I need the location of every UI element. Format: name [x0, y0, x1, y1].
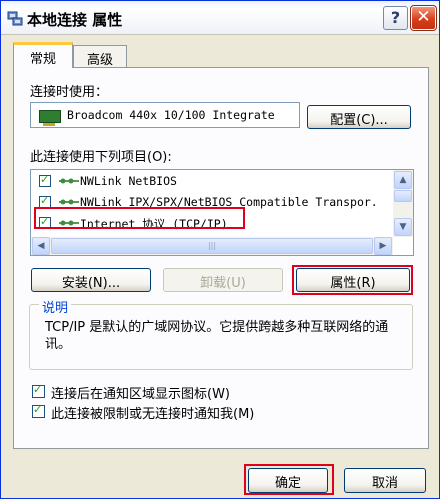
scroll-left-icon[interactable]: ◀	[32, 237, 50, 255]
list-item[interactable]: NWLink IPX/SPX/NetBIOS Compatible Transp…	[31, 192, 393, 213]
notify-label[interactable]: 此连接被限制或无连接时通知我(M)	[51, 403, 254, 422]
protocol-icon	[59, 178, 79, 184]
ok-label: 确定	[274, 476, 301, 491]
list-item-label: Internet 协议 (TCP/IP)	[80, 217, 228, 231]
protocol-icon	[59, 220, 79, 226]
ok-button[interactable]: 确定	[248, 468, 328, 493]
window-title: 本地连接 属性	[27, 11, 123, 29]
uninstall-label: 卸载(U)	[200, 276, 246, 291]
list-item-label: NWLink IPX/SPX/NetBIOS Compatible Transp…	[80, 195, 378, 209]
components-list[interactable]: NWLink NetBIOS NWLink IPX/SPX/NetBIOS Co…	[30, 169, 414, 256]
show-icon-label[interactable]: 连接后在通知区域显示图标(W)	[51, 383, 230, 402]
vertical-scrollbar[interactable]: ▲ ▼	[393, 170, 413, 237]
configure-button[interactable]: 配置(C)...	[307, 105, 411, 129]
description-text: TCP/IP 是默认的广域网协议。它提供跨越多种互联网络的通讯。	[45, 320, 389, 352]
install-label: 安装(N)...	[61, 276, 121, 291]
cancel-label: 取消	[371, 476, 398, 491]
protocol-icon	[59, 199, 79, 205]
help-icon: ?	[390, 8, 401, 27]
tab-general[interactable]: 常规	[13, 42, 73, 68]
tab-advanced[interactable]: 高级	[73, 45, 127, 68]
list-item[interactable]: NWLink NetBIOS	[31, 171, 393, 192]
title-bar[interactable]: 本地连接 属性 ? ✕	[1, 1, 439, 35]
properties-button[interactable]: 属性(R)	[296, 268, 410, 292]
properties-label: 属性(R)	[330, 276, 376, 291]
tab-general-label: 常规	[29, 52, 56, 67]
scroll-down-icon[interactable]: ▼	[394, 218, 412, 236]
scroll-up-icon[interactable]: ▲	[394, 171, 412, 189]
scroll-right-icon[interactable]: ▶	[374, 237, 392, 255]
description-title: 说明	[39, 297, 72, 316]
network-adapter-icon	[39, 110, 61, 126]
network-connection-icon	[7, 11, 23, 26]
connect-using-label: 连接时使用：	[30, 85, 109, 100]
scroll-thumb[interactable]	[394, 190, 412, 202]
show-icon-checkbox[interactable]	[32, 383, 45, 398]
help-button[interactable]: ?	[383, 6, 408, 30]
uninstall-button: 卸载(U)	[163, 268, 283, 292]
checkbox[interactable]	[39, 194, 51, 208]
cancel-button[interactable]: 取消	[344, 468, 426, 493]
horizontal-scrollbar[interactable]: ◀ ||| ▶	[31, 237, 393, 255]
list-item-label: NWLink NetBIOS	[80, 174, 177, 188]
components-label: 此连接使用下列项目(O):	[30, 150, 172, 165]
scroll-thumb-grip[interactable]: |||	[51, 238, 373, 254]
configure-label: 配置(C)...	[330, 113, 388, 128]
properties-dialog: 本地连接 属性 ? ✕ 常规 高级 连接时使用： Broadcom 440x 1…	[0, 0, 440, 499]
close-button[interactable]: ✕	[410, 5, 437, 31]
adapter-name: Broadcom 440x 10/100 Integrate	[67, 108, 275, 122]
close-icon: ✕	[416, 7, 431, 27]
list-item-selected[interactable]: Internet 协议 (TCP/IP)	[31, 213, 393, 234]
adapter-field[interactable]: Broadcom 440x 10/100 Integrate	[30, 102, 300, 128]
install-button[interactable]: 安装(N)...	[31, 268, 151, 292]
checkbox[interactable]	[39, 215, 51, 229]
tab-advanced-label: 高级	[86, 53, 113, 68]
checkbox[interactable]	[39, 173, 51, 187]
notify-checkbox[interactable]	[32, 403, 45, 418]
